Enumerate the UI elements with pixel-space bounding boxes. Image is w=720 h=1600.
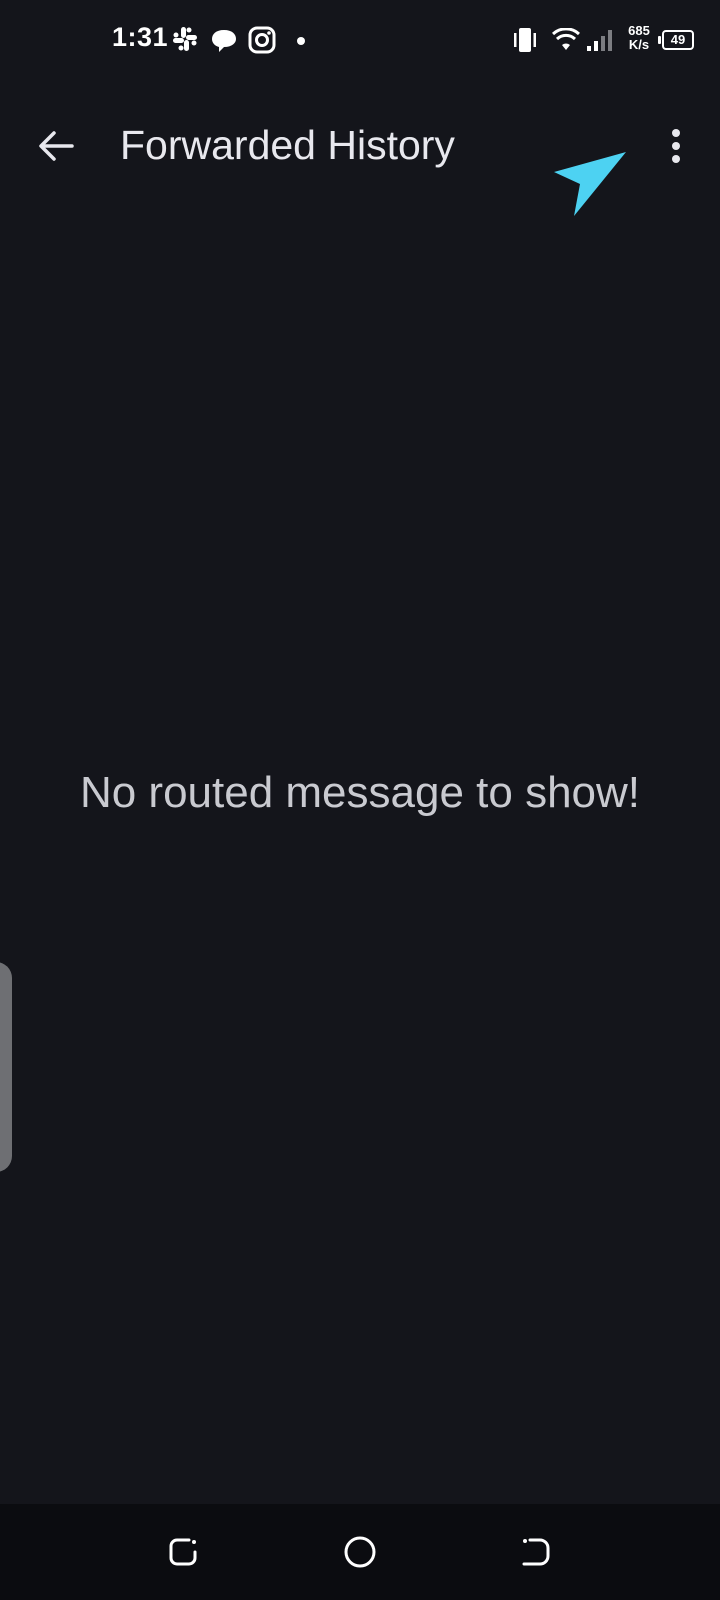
battery-level: 49 [662,30,694,50]
side-drawer-handle[interactable] [0,962,12,1172]
vibrate-icon [514,28,536,52]
status-bar: 1:31 685 K/s 49 [0,0,720,84]
pointer-arrow-icon [554,152,626,216]
recents-icon [169,1538,197,1566]
back-button[interactable] [26,116,86,176]
empty-state-message: No routed message to show! [79,768,641,817]
home-icon [344,1536,376,1568]
home-button[interactable] [338,1530,382,1574]
back-nav-button[interactable] [514,1530,558,1574]
back-nav-icon [522,1538,550,1566]
net-speed: 685 K/s [622,24,656,52]
wifi-icon [552,28,580,50]
recents-button[interactable] [161,1530,205,1574]
more-vertical-icon [672,129,680,163]
net-speed-unit: K/s [628,37,650,52]
chat-bubble-icon [212,30,236,52]
net-speed-value: 685 [628,23,650,38]
battery-nub [658,36,661,44]
notification-dot-icon [297,37,305,45]
battery-icon: 49 [658,30,694,50]
status-time: 1:31 [112,22,169,52]
screen: 1:31 685 K/s 49 Forwarded History No rou… [0,0,720,1600]
signal-icon [587,30,612,51]
instagram-icon [248,26,276,54]
more-options-button[interactable] [646,112,706,180]
navigation-bar [0,1504,720,1600]
page-title: Forwarded History [120,122,455,168]
slack-icon [173,27,197,51]
arrow-left-icon [39,131,74,161]
